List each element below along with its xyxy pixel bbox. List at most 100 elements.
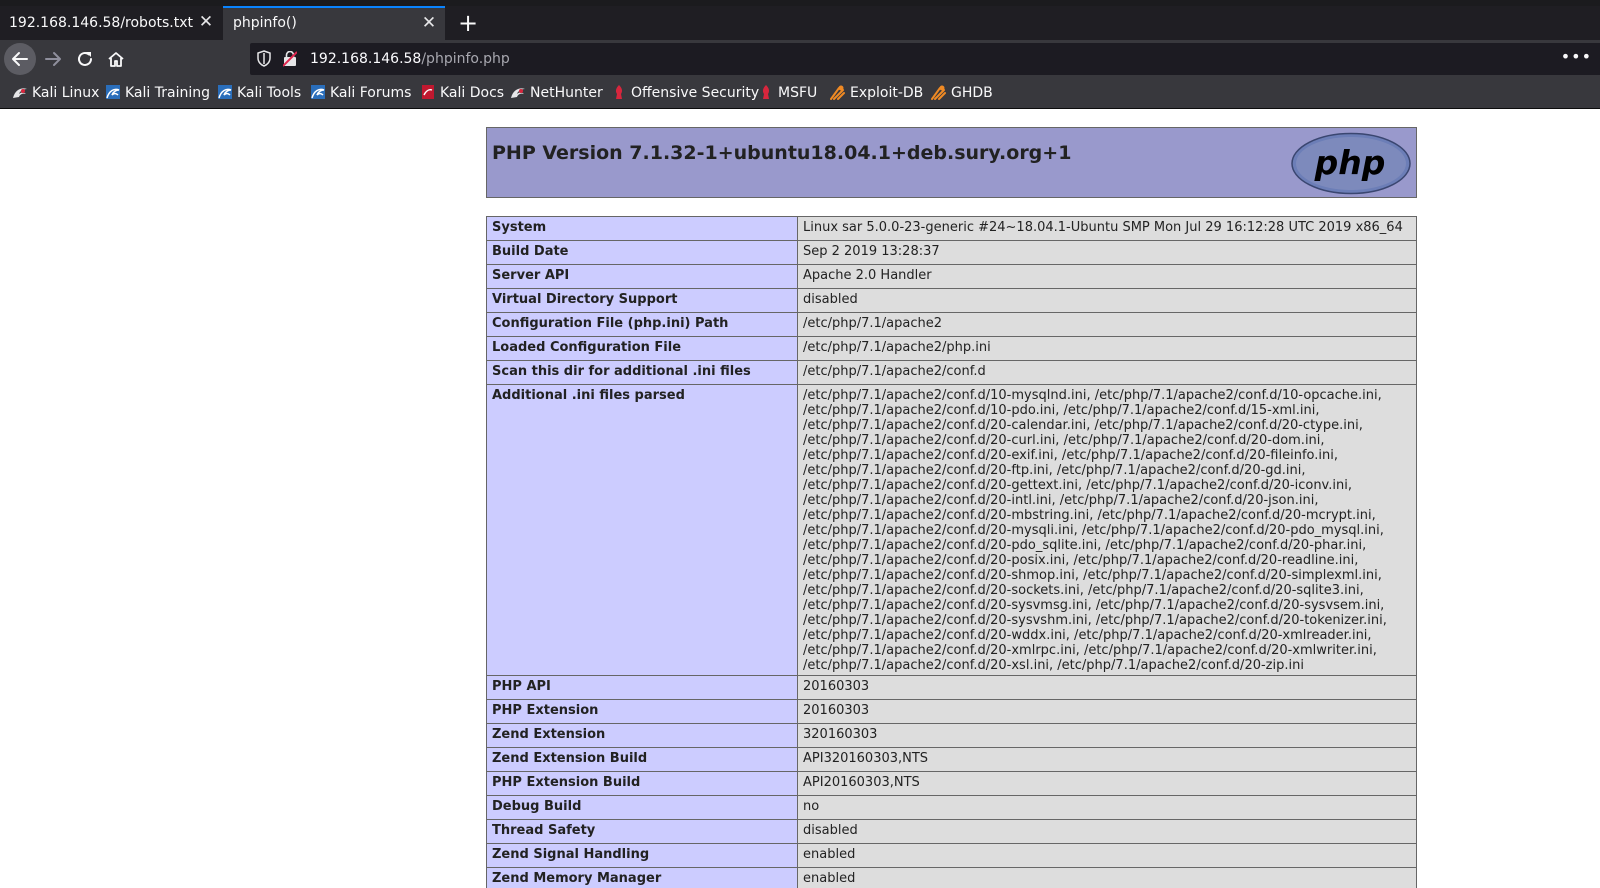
row-value: no bbox=[797, 795, 1417, 820]
row-key: Zend Memory Manager bbox=[486, 867, 798, 888]
table-row: Loaded Configuration File/etc/php/7.1/ap… bbox=[486, 336, 1417, 361]
page-actions-menu-icon[interactable]: ••• bbox=[1561, 47, 1592, 66]
tab-robots[interactable]: 192.168.146.58/robots.txt ✕ bbox=[0, 6, 223, 40]
row-key: Loaded Configuration File bbox=[486, 336, 798, 361]
tab-bar: 192.168.146.58/robots.txt ✕ phpinfo() ✕ … bbox=[0, 6, 1600, 40]
table-row: Scan this dir for additional .ini files /… bbox=[486, 360, 1417, 385]
url-text: 192.168.146.58/phpinfo.php bbox=[310, 51, 510, 67]
table-row: Zend Signal Handling enabled bbox=[486, 843, 1417, 868]
row-value: API20160303,NTS bbox=[797, 771, 1417, 796]
bookmark-label: Kali Forums bbox=[330, 85, 412, 101]
bookmark-label: NetHunter bbox=[530, 85, 603, 101]
row-value: /etc/php/7.1/apache2/conf.d bbox=[797, 360, 1417, 385]
tab-close-icon[interactable]: ✕ bbox=[195, 11, 217, 33]
offsec-icon bbox=[615, 85, 623, 99]
row-key: Scan this dir for additional .ini files bbox=[486, 360, 798, 385]
bookmark-kali-training[interactable]: Kali Training bbox=[105, 84, 210, 104]
row-value: disabled bbox=[797, 288, 1417, 313]
table-row: Server API Apache 2.0 Handler bbox=[486, 264, 1417, 289]
offsec-icon bbox=[762, 85, 770, 99]
bookmarks-toolbar: Kali Linux Kali Training Kali Tools Kali… bbox=[0, 79, 1600, 109]
insecure-lock-icon[interactable] bbox=[283, 51, 297, 67]
php-version-header: PHP Version 7.1.32-1+ubuntu18.04.1+deb.s… bbox=[486, 127, 1417, 198]
row-key: Zend Extension bbox=[486, 723, 798, 748]
tab-phpinfo[interactable]: phpinfo() ✕ bbox=[223, 6, 445, 40]
url-host: 192.168.146.58 bbox=[310, 51, 422, 67]
bookmark-kali-linux[interactable]: Kali Linux bbox=[12, 84, 99, 104]
kali-docs-icon bbox=[422, 85, 434, 99]
row-value: disabled bbox=[797, 819, 1417, 844]
bookmark-label: MSFU bbox=[778, 85, 818, 101]
row-value: Linux sar 5.0.0-23-generic #24~18.04.1-U… bbox=[797, 216, 1417, 241]
page-content: PHP Version 7.1.32-1+ubuntu18.04.1+deb.s… bbox=[0, 109, 1600, 888]
kali-dragon-icon bbox=[311, 85, 325, 99]
bookmark-offensive-security[interactable]: Offensive Security bbox=[611, 84, 759, 104]
bookmark-label: Kali Training bbox=[125, 85, 210, 101]
bookmark-msfu[interactable]: MSFU bbox=[758, 84, 817, 104]
row-key: Zend Signal Handling bbox=[486, 843, 798, 868]
row-key: System bbox=[486, 216, 798, 241]
navigation-toolbar: 192.168.146.58/phpinfo.php ••• bbox=[0, 40, 1600, 79]
table-row: Virtual Directory Support disabled bbox=[486, 288, 1417, 313]
bookmark-ghdb[interactable]: GHDB bbox=[931, 84, 993, 104]
row-value: /etc/php/7.1/apache2/conf.d/10-mysqlnd.i… bbox=[797, 384, 1417, 676]
row-key: Virtual Directory Support bbox=[486, 288, 798, 313]
row-value: enabled bbox=[797, 867, 1417, 888]
tab-title: 192.168.146.58/robots.txt bbox=[9, 15, 194, 31]
row-key: PHP Extension Build bbox=[486, 771, 798, 796]
row-value: 320160303 bbox=[797, 723, 1417, 748]
tracking-protection-shield-icon[interactable] bbox=[257, 50, 271, 67]
bookmark-kali-docs[interactable]: Kali Docs bbox=[420, 84, 504, 104]
exploitdb-icon bbox=[931, 85, 946, 100]
table-row: Zend Extension Build API320160303,NTS bbox=[486, 747, 1417, 772]
table-row: PHP Extension Build API20160303,NTS bbox=[486, 771, 1417, 796]
table-row: Zend Memory Manager enabled bbox=[486, 867, 1417, 888]
bookmark-label: Kali Docs bbox=[440, 85, 505, 101]
kali-dragon-icon bbox=[106, 85, 120, 99]
table-row: System Linux sar 5.0.0-23-generic #24~18.… bbox=[486, 216, 1417, 241]
bookmark-kali-forums[interactable]: Kali Forums bbox=[310, 84, 411, 104]
row-key: PHP API bbox=[486, 675, 798, 700]
bookmark-label: Exploit-DB bbox=[850, 85, 924, 101]
php-logo-text: php bbox=[1314, 143, 1386, 182]
bookmark-label: Kali Tools bbox=[237, 85, 302, 101]
home-icon[interactable] bbox=[100, 43, 132, 75]
bookmark-label: Kali Linux bbox=[32, 85, 100, 101]
address-bar[interactable]: 192.168.146.58/phpinfo.php ••• bbox=[250, 43, 1600, 75]
row-key: Build Date bbox=[486, 240, 798, 265]
bookmark-nethunter[interactable]: NetHunter bbox=[510, 84, 603, 104]
table-row: Additional .ini files parsed/etc/php/7.1… bbox=[486, 384, 1417, 676]
row-key: PHP Extension bbox=[486, 699, 798, 724]
row-value: /etc/php/7.1/apache2/php.ini bbox=[797, 336, 1417, 361]
row-value: /etc/php/7.1/apache2 bbox=[797, 312, 1417, 337]
new-tab-plus-icon[interactable]: + bbox=[455, 10, 481, 36]
row-value: Apache 2.0 Handler bbox=[797, 264, 1417, 289]
row-key: Additional .ini files parsed bbox=[486, 384, 798, 676]
row-key: Debug Build bbox=[486, 795, 798, 820]
table-row: PHP Extension 20160303 bbox=[486, 699, 1417, 724]
bookmark-kali-tools[interactable]: Kali Tools bbox=[217, 84, 301, 104]
exploitdb-icon bbox=[830, 85, 845, 100]
row-value: API320160303,NTS bbox=[797, 747, 1417, 772]
nethunter-icon bbox=[511, 88, 525, 98]
table-row: PHP API 20160303 bbox=[486, 675, 1417, 700]
row-value: enabled bbox=[797, 843, 1417, 868]
bookmark-label: GHDB bbox=[951, 85, 993, 101]
phpinfo-table: System Linux sar 5.0.0-23-generic #24~18.… bbox=[486, 216, 1417, 888]
forward-arrow-icon[interactable] bbox=[37, 43, 69, 75]
reload-icon[interactable] bbox=[69, 43, 101, 75]
table-row: Configuration File (php.ini) Path/etc/ph… bbox=[486, 312, 1417, 337]
url-path: /phpinfo.php bbox=[421, 51, 510, 67]
table-row: Zend Extension 320160303 bbox=[486, 723, 1417, 748]
php-logo[interactable]: php bbox=[1290, 132, 1412, 195]
row-key: Thread Safety bbox=[486, 819, 798, 844]
tab-close-icon[interactable]: ✕ bbox=[418, 12, 440, 34]
row-value: Sep 2 2019 13:28:37 bbox=[797, 240, 1417, 265]
bookmark-exploit-db[interactable]: Exploit-DB bbox=[830, 84, 923, 104]
bookmark-label: Offensive Security bbox=[631, 85, 760, 101]
kali-dragon-icon bbox=[218, 85, 232, 99]
row-key: Zend Extension Build bbox=[486, 747, 798, 772]
row-value: 20160303 bbox=[797, 699, 1417, 724]
back-arrow-icon[interactable] bbox=[4, 43, 36, 75]
table-row: Debug Build no bbox=[486, 795, 1417, 820]
